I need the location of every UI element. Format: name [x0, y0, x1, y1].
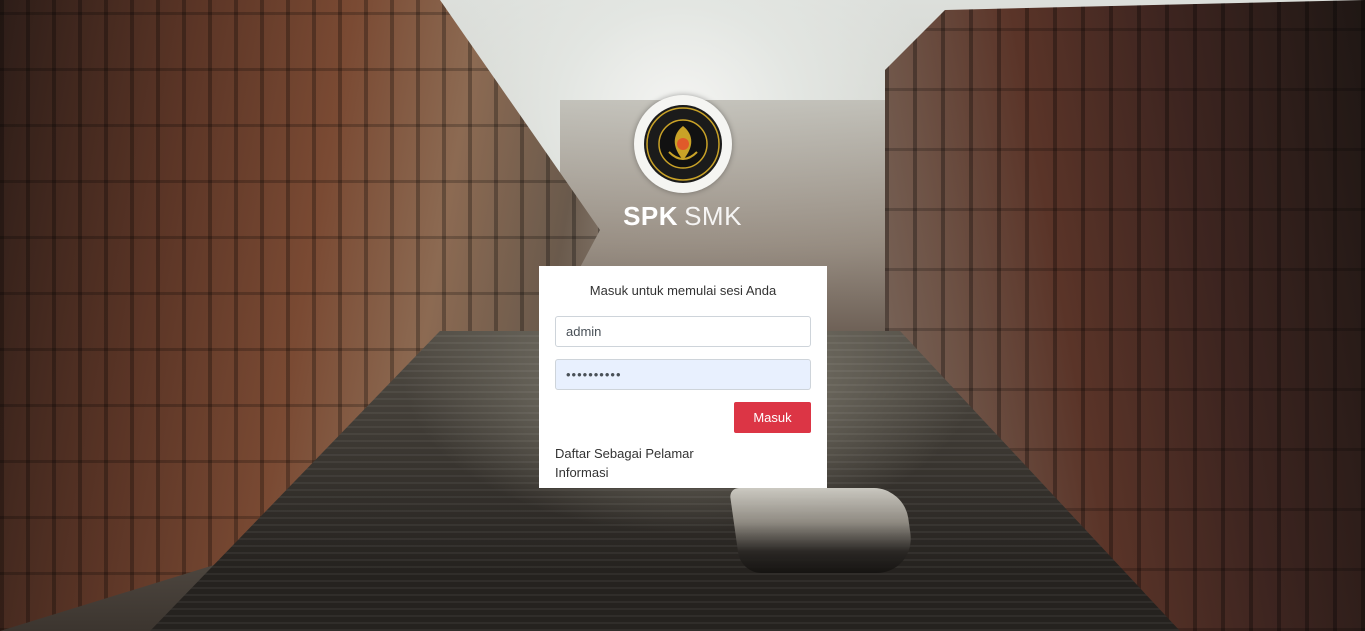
login-actions: Masuk — [555, 402, 811, 444]
register-link[interactable]: Daftar Sebagai Pelamar — [555, 444, 811, 463]
login-box: Masuk untuk memulai sesi Anda Masuk Daft… — [539, 266, 827, 488]
login-box-message: Masuk untuk memulai sesi Anda — [589, 283, 777, 298]
app-title-light: SMK — [684, 201, 742, 231]
submit-button[interactable]: Masuk — [734, 402, 811, 433]
seal-icon — [643, 105, 722, 183]
login-logo: SPK SMK — [0, 95, 1365, 233]
app-title-bold: SPK — [623, 201, 679, 231]
password-input[interactable] — [555, 359, 811, 390]
username-input[interactable] — [555, 316, 811, 347]
info-link[interactable]: Informasi — [555, 463, 811, 482]
login-links: Daftar Sebagai Pelamar Informasi — [555, 444, 811, 482]
background-boat — [729, 488, 916, 573]
app-title[interactable]: SPK SMK — [0, 199, 1365, 233]
university-seal-logo — [633, 95, 732, 193]
